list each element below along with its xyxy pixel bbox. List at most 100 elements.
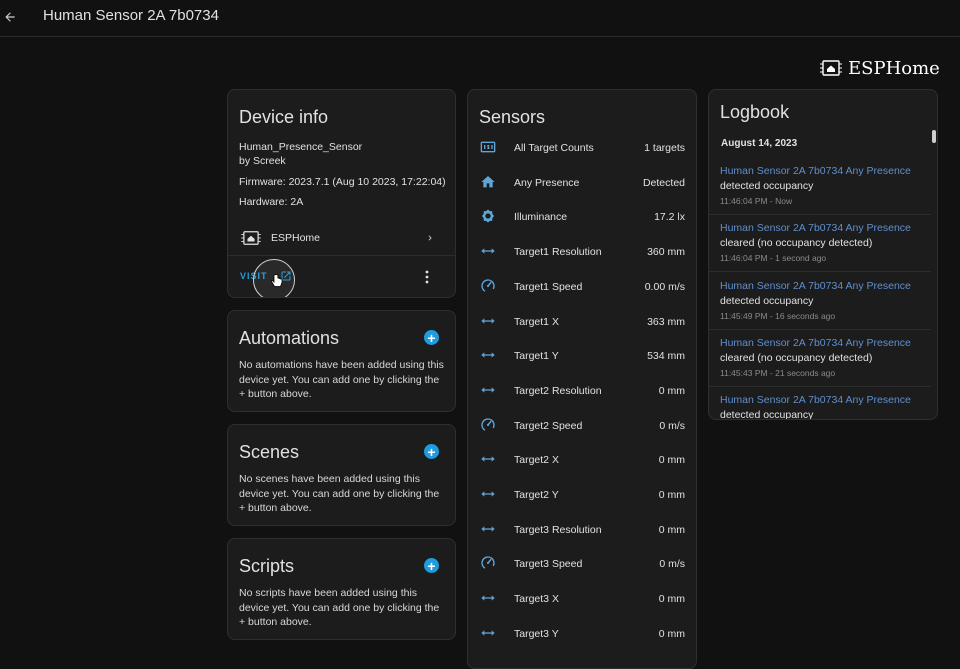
counter-icon <box>480 139 496 155</box>
sensor-name: Target3 Y <box>514 627 559 640</box>
logbook-message: detected occupancy <box>720 180 814 192</box>
logbook-entity-link[interactable]: Human Sensor 2A 7b0734 Any Presence <box>720 222 911 234</box>
sensor-value: 1 targets <box>644 142 685 154</box>
sensor-name: Target2 Resolution <box>514 384 602 397</box>
sensor-row[interactable]: Target3 Y 0 mm <box>468 617 696 652</box>
sensor-row[interactable]: Target2 Speed 0 m/s <box>468 409 696 444</box>
logbook-time: 11:46:04 PM - Now <box>720 196 793 206</box>
brightness-icon <box>480 208 496 224</box>
device-hardware: Hardware: 2A <box>239 196 304 208</box>
automations-card: Automations + No automations have been a… <box>227 310 456 412</box>
sensor-row[interactable]: Target3 Resolution 0 mm <box>468 513 696 548</box>
esphome-chip-icon <box>820 60 842 76</box>
logbook-message: cleared (no occupancy detected) <box>720 237 873 250</box>
top-app-bar: Human Sensor 2A 7b0734 <box>0 0 960 37</box>
speedometer-icon <box>480 417 496 433</box>
automations-description: No automations have been added using thi… <box>239 359 444 400</box>
sensor-name: Target1 Y <box>514 350 559 363</box>
sensor-row[interactable]: Target3 X 0 mm <box>468 582 696 617</box>
logbook-entry: Human Sensor 2A 7b0734 Any Presence clear… <box>709 215 931 273</box>
sensor-row[interactable]: Target1 Y 534 mm <box>468 339 696 374</box>
sensor-name: All Target Counts <box>514 142 594 154</box>
sensor-name: Target3 X <box>514 593 559 606</box>
device-model: Human_Presence_Sensor <box>239 141 363 153</box>
scrollbar[interactable] <box>932 130 936 143</box>
logbook-entity-link[interactable]: Human Sensor 2A 7b0734 Any Presence <box>720 165 911 177</box>
sensors-card: Sensors All Target Counts 1 targets Any Pr… <box>467 89 697 669</box>
add-script-button[interactable]: + <box>424 558 439 573</box>
logbook-entry: Human Sensor 2A 7b0734 Any Presence detec… <box>709 387 931 419</box>
scenes-description: No scenes have been added using this dev… <box>239 473 440 514</box>
arrow-left-right-icon <box>480 486 496 502</box>
device-info-title: Device info <box>239 107 329 127</box>
esphome-chip-icon <box>241 231 261 245</box>
more-options-button[interactable] <box>423 270 431 284</box>
sensor-row[interactable]: Illuminance 17.2 lx <box>468 200 696 235</box>
sensor-name: Illuminance <box>514 211 568 224</box>
logbook-date: August 14, 2023 <box>721 138 798 149</box>
sensor-value: 0 mm <box>658 523 685 536</box>
arrow-left-right-icon <box>480 243 496 259</box>
sensor-name: Target1 X <box>514 315 559 328</box>
sensor-row[interactable]: Target1 Speed 0.00 m/s <box>468 270 696 305</box>
sensor-value: 360 mm <box>647 246 685 259</box>
logbook-card: Logbook August 14, 2023 Human Sensor 2A … <box>708 89 938 420</box>
sensor-name: Target3 Speed <box>514 558 583 571</box>
scripts-title: Scripts <box>239 556 295 576</box>
sensor-name: Target1 Resolution <box>514 246 602 259</box>
sensor-value: 363 mm <box>647 315 685 328</box>
logbook-entity-link[interactable]: Human Sensor 2A 7b0734 Any Presence <box>720 394 911 406</box>
arrow-left-right-icon <box>480 625 496 641</box>
sensor-name: Target1 Speed <box>514 280 583 293</box>
sensor-value: 534 mm <box>647 350 685 363</box>
add-scene-button[interactable]: + <box>424 444 439 459</box>
arrow-left-right-icon <box>480 521 496 537</box>
integration-row-esphome[interactable]: ESPHome <box>228 225 455 251</box>
logbook-entry: Human Sensor 2A 7b0734 Any Presence clear… <box>709 330 931 387</box>
logbook-title: Logbook <box>720 102 790 122</box>
sensor-value: 0 mm <box>658 593 685 606</box>
scenes-card: Scenes + No scenes have been added using… <box>227 424 456 526</box>
device-firmware: Firmware: 2023.7.1 (Aug 10 2023, 17:22:0… <box>239 176 446 188</box>
sensor-row[interactable]: Any Presence Detected <box>468 166 696 201</box>
logbook-time: 11:45:43 PM - 21 seconds ago <box>720 367 836 378</box>
sensor-row[interactable]: Target1 Resolution 360 mm <box>468 235 696 270</box>
integration-label: ESPHome <box>271 232 321 244</box>
back-button[interactable] <box>0 7 20 27</box>
logbook-time: 11:45:49 PM - 16 seconds ago <box>720 310 836 321</box>
logbook-entry: Human Sensor 2A 7b0734 Any Presence detec… <box>709 158 931 215</box>
plus-icon: + <box>427 329 436 346</box>
speedometer-icon <box>480 278 496 294</box>
sensor-row[interactable]: Target2 Y 0 mm <box>468 478 696 513</box>
home-icon <box>480 174 496 190</box>
page-title: Human Sensor 2A 7b0734 <box>43 7 219 24</box>
sensor-name: Target2 Speed <box>514 419 583 432</box>
device-info-card: Device info Human_Presence_Sensor by Scr… <box>227 89 456 298</box>
dots-vertical-icon <box>425 270 429 284</box>
logbook-entity-link[interactable]: Human Sensor 2A 7b0734 Any Presence <box>720 337 911 349</box>
arrow-left-right-icon <box>480 451 496 467</box>
logbook-message: cleared (no occupancy detected) <box>720 351 873 364</box>
esphome-brand: ESPHome <box>820 56 940 80</box>
automations-title: Automations <box>239 328 340 348</box>
sensors-title: Sensors <box>479 107 546 127</box>
plus-icon: + <box>427 443 436 460</box>
brand-name: ESPHome <box>848 57 940 79</box>
sensor-row[interactable]: Target2 X 0 mm <box>468 443 696 478</box>
sensor-row[interactable]: Target2 Resolution 0 mm <box>468 374 696 409</box>
logbook-entry: Human Sensor 2A 7b0734 Any Presence detec… <box>709 273 931 330</box>
sensor-row[interactable]: Target1 X 363 mm <box>468 305 696 340</box>
sensor-row[interactable]: Target3 Speed 0 m/s <box>468 547 696 582</box>
arrow-left-right-icon <box>480 347 496 363</box>
speedometer-icon <box>480 555 496 571</box>
logbook-time: 11:46:04 PM - 1 second ago <box>720 253 827 264</box>
plus-icon: + <box>427 557 436 574</box>
scripts-card: Scripts + No scripts have been added usi… <box>227 538 456 640</box>
sensor-row[interactable]: All Target Counts 1 targets <box>468 131 696 166</box>
add-automation-button[interactable]: + <box>424 330 439 345</box>
divider <box>228 255 455 256</box>
logbook-message: detected occupancy <box>720 294 814 307</box>
logbook-entity-link[interactable]: Human Sensor 2A 7b0734 Any Presence <box>720 280 911 292</box>
sensor-value: 0 m/s <box>659 558 685 571</box>
sensor-name: Target2 Y <box>514 489 559 501</box>
